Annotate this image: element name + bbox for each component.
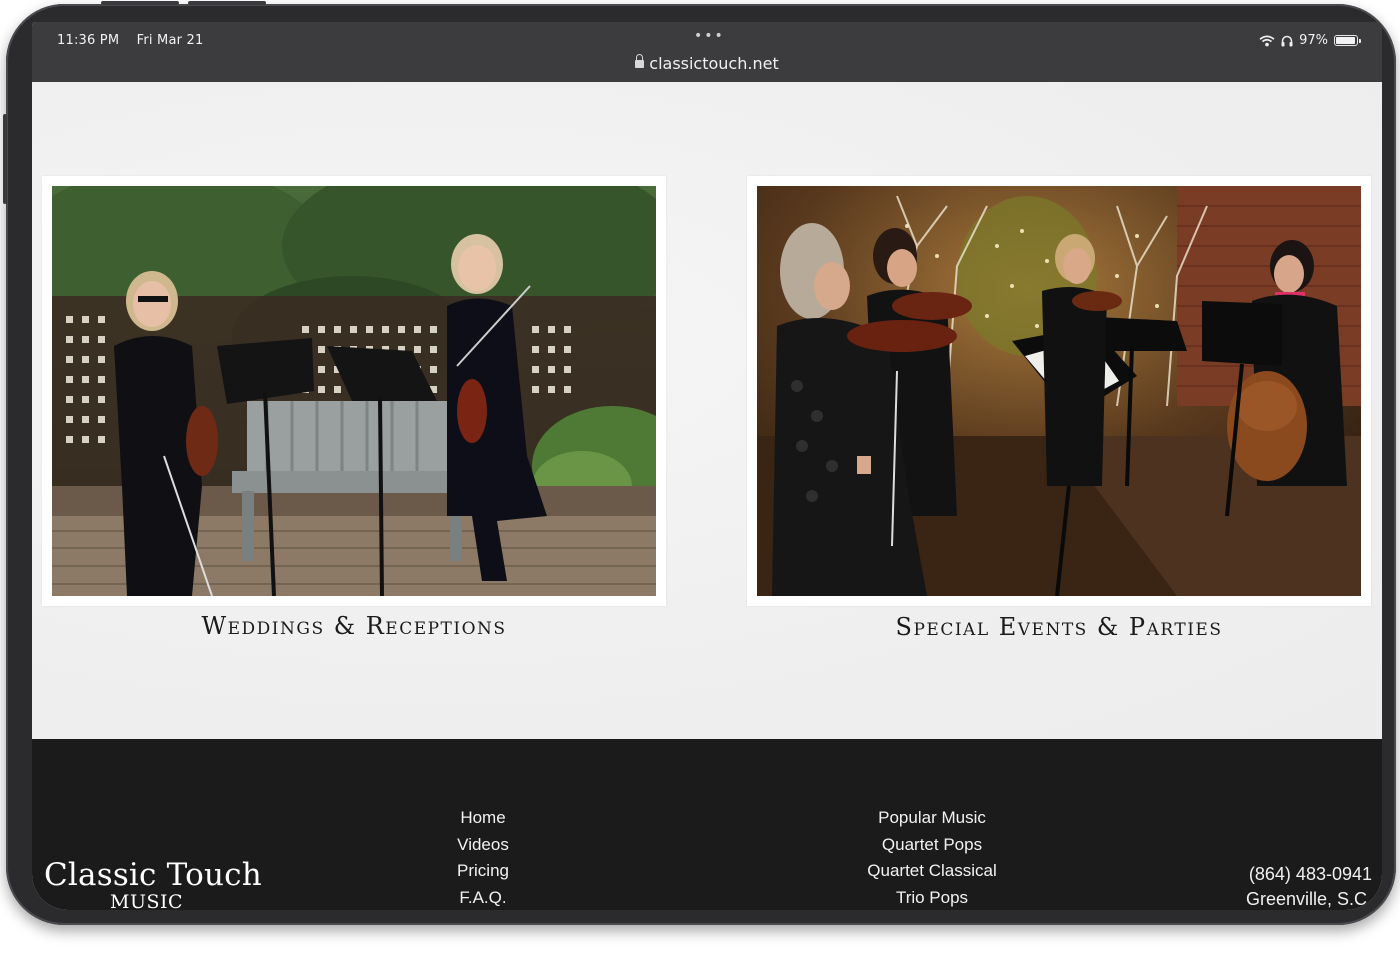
footer-link-home[interactable]: Home (383, 805, 583, 832)
weddings-card[interactable] (42, 176, 666, 606)
duo-garden-image (52, 186, 656, 596)
footer-link-pricing[interactable]: Pricing (383, 858, 583, 885)
battery-icon (1334, 35, 1361, 46)
status-time: 11:36 PM Fri Mar 21 (57, 33, 203, 48)
wifi-icon (1259, 35, 1275, 46)
weddings-photo[interactable] (52, 186, 656, 596)
footer-location: Greenville, S.C. (1245, 889, 1372, 909)
events-card[interactable] (747, 176, 1371, 606)
headphones-icon (1281, 35, 1293, 46)
battery-percent: 97% (1299, 33, 1328, 48)
top-button-right (188, 1, 266, 5)
lock-icon (635, 54, 645, 68)
status-indicators: 97% (1259, 33, 1361, 48)
events-photo[interactable] (757, 186, 1361, 596)
tab-options-icon[interactable]: ••• (694, 28, 725, 44)
site-footer: Classic Touch MUSIC Home Videos Pricing … (32, 739, 1382, 910)
browser-chrome: 11:36 PM Fri Mar 21 ••• classictouch.net (32, 22, 1382, 82)
footer-link-trio-pops[interactable]: Trio Pops (807, 885, 1057, 911)
address-bar[interactable]: classictouch.net (32, 54, 1382, 73)
footer-link-quartet-classical[interactable]: Quartet Classical (807, 858, 1057, 885)
footer-nav-music: Popular Music Quartet Pops Quartet Class… (807, 805, 1057, 910)
url-text: classictouch.net (649, 54, 779, 73)
footer-link-quartet-pops[interactable]: Quartet Pops (807, 832, 1057, 859)
top-button-left (101, 1, 179, 5)
logo-subtitle: MUSIC (110, 891, 184, 910)
footer-phone[interactable]: (864) 483-0941 (1246, 862, 1372, 887)
weddings-caption[interactable]: Weddings & Receptions (34, 612, 674, 640)
footer-contact: (864) 483-0941 Greenville, S.C. (1246, 862, 1372, 910)
footer-link-videos[interactable]: Videos (383, 832, 583, 859)
site-logo[interactable]: Classic Touch MUSIC (44, 857, 262, 910)
events-caption[interactable]: Special Events & Parties (739, 613, 1379, 641)
ipad-frame: 11:36 PM Fri Mar 21 ••• classictouch.net (3, 1, 1396, 925)
status-date: Fri Mar 21 (136, 33, 204, 48)
volume-button (3, 114, 7, 204)
footer-link-faq[interactable]: F.A.Q. (383, 885, 583, 911)
logo-title: Classic Touch (44, 857, 262, 893)
status-clock: 11:36 PM (57, 33, 120, 48)
services-section: Weddings & Receptions Special Events & P… (32, 82, 1382, 739)
screen: 11:36 PM Fri Mar 21 ••• classictouch.net (32, 22, 1382, 910)
quartet-event-image (757, 186, 1361, 596)
footer-nav-primary: Home Videos Pricing F.A.Q. (383, 805, 583, 910)
footer-link-popular-music[interactable]: Popular Music (807, 805, 1057, 832)
